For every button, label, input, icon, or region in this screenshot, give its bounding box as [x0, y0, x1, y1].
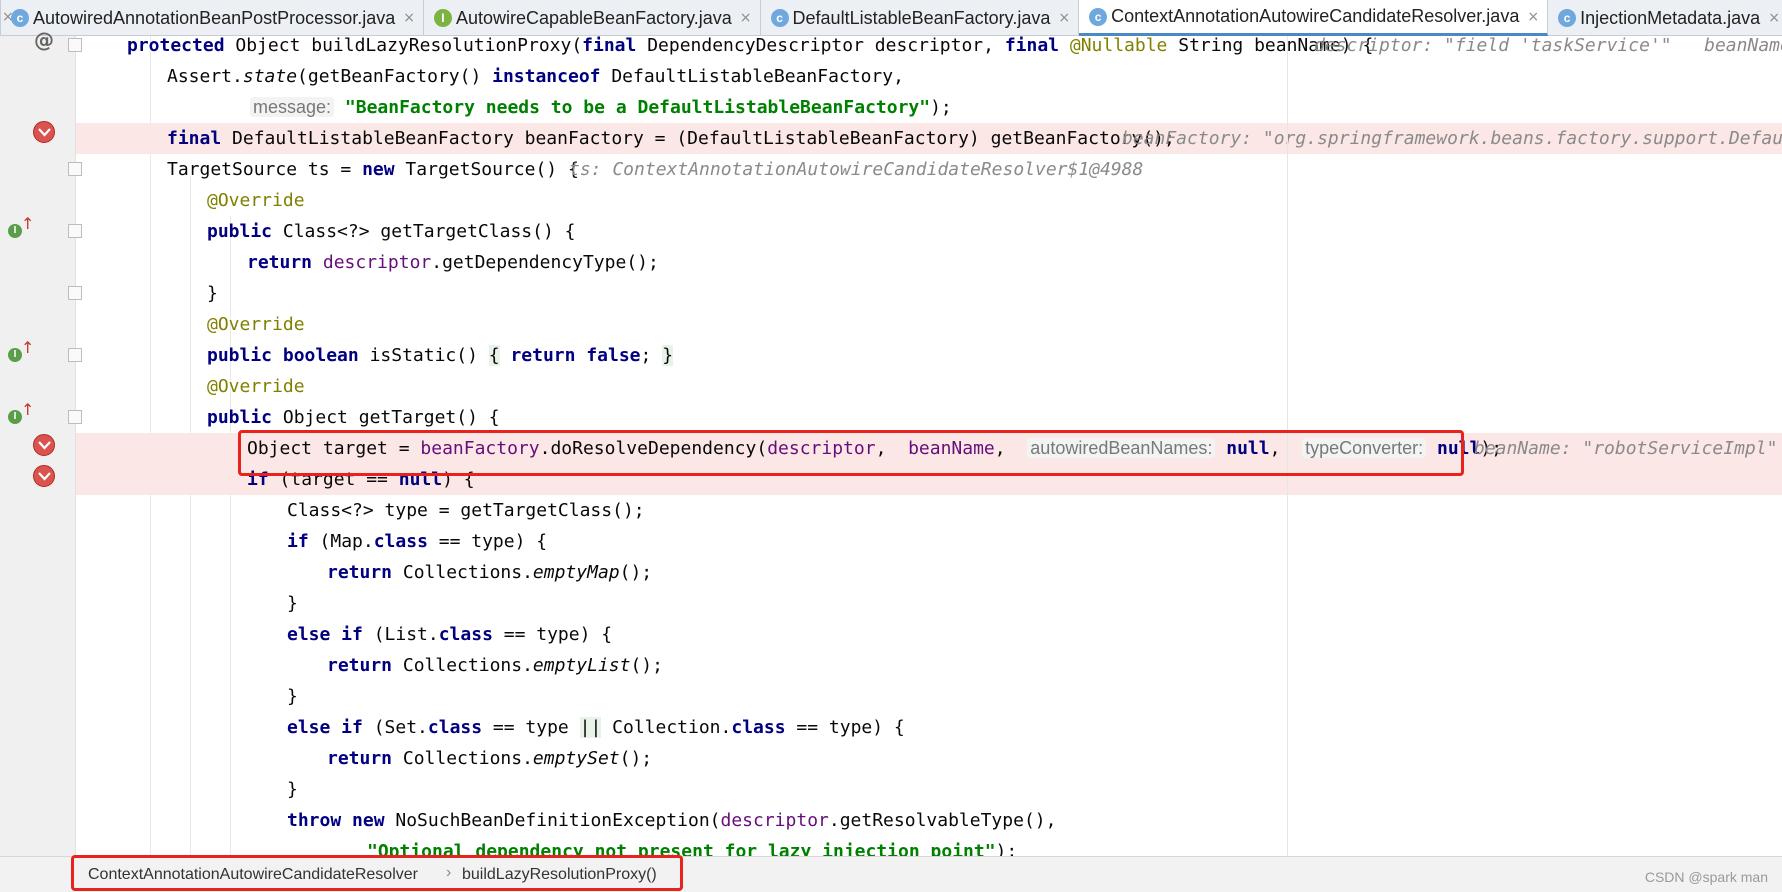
highlight-box — [71, 855, 683, 891]
tab-context-annotation-resolver[interactable]: c ContextAnnotationAutowireCandidateReso… — [1079, 0, 1549, 36]
java-class-icon: c — [11, 9, 29, 27]
tab-label: AutowireCapableBeanFactory.java — [455, 7, 732, 28]
code-line[interactable]: public boolean isStatic() { return false… — [76, 340, 1782, 371]
code-line[interactable]: } — [76, 588, 1782, 619]
tab-autowire-capable-bean-factory[interactable]: I AutowireCapableBeanFactory.java × — [424, 0, 761, 36]
code-line[interactable]: "Optional dependency not present for laz… — [76, 836, 1782, 856]
code-line[interactable]: public Class<?> getTargetClass() { — [76, 216, 1782, 247]
arrow-up-icon: ↑ — [21, 338, 35, 357]
tab-label: DefaultListableBeanFactory.java — [792, 7, 1051, 28]
debug-inline-value: ts: ContextAnnotationAutowireCandidateRe… — [569, 159, 1144, 180]
debug-inline-value: beanFactory: "org.springframework.beans.… — [1122, 128, 1782, 149]
code-line[interactable]: @Override — [76, 309, 1782, 340]
tab-label: ContextAnnotationAutowireCandidateResolv… — [1111, 6, 1520, 26]
close-icon[interactable]: × — [740, 10, 752, 26]
tab-label: InjectionMetadata.java — [1580, 7, 1761, 28]
java-class-icon: c — [1558, 9, 1577, 27]
implements-method-icon[interactable]: I — [8, 410, 22, 424]
tab-overflow-stub[interactable]: × — [0, 0, 14, 36]
arrow-up-icon: ↑ — [21, 400, 35, 419]
code-line[interactable]: return Collections.emptyList(); — [76, 650, 1782, 681]
breakpoint-icon[interactable] — [33, 465, 55, 487]
java-class-icon: c — [1089, 7, 1108, 26]
tab-label: AutowiredAnnotationBeanPostProcessor.jav… — [33, 7, 396, 28]
code-line[interactable]: public Object getTarget() { — [76, 402, 1782, 433]
highlight-box — [238, 430, 1464, 476]
parameter-hint: message: — [250, 97, 335, 117]
close-icon[interactable]: × — [1527, 9, 1539, 25]
tab-injection-metadata[interactable]: c InjectionMetadata.java × — [1548, 0, 1782, 36]
code-line-breakpoint[interactable]: final DefaultListableBeanFactory beanFac… — [76, 123, 1782, 154]
debug-inline-value: descriptor: "field 'taskService'" beanNa… — [1314, 36, 1782, 56]
code-line[interactable]: Assert.state(getBeanFactory() instanceof… — [76, 61, 1782, 92]
code-line[interactable]: if (Map.class == type) { — [76, 526, 1782, 557]
watermark: CSDN @spark man — [1644, 869, 1768, 885]
override-at-icon[interactable]: @ — [34, 28, 54, 52]
fold-marker-icon[interactable] — [68, 224, 82, 238]
code-line[interactable]: return Collections.emptySet(); — [76, 743, 1782, 774]
code-line[interactable]: message: "BeanFactory needs to be a Defa… — [76, 92, 1782, 123]
editor-tab-bar: × c AutowiredAnnotationBeanPostProcessor… — [0, 0, 1782, 36]
code-line[interactable]: throw new NoSuchBeanDefinitionException(… — [76, 805, 1782, 836]
fold-marker-icon[interactable] — [68, 348, 82, 362]
fold-marker-icon[interactable] — [68, 286, 82, 300]
close-icon[interactable]: × — [1768, 10, 1780, 26]
implements-method-icon[interactable]: I — [8, 348, 22, 362]
code-line[interactable]: return Collections.emptyMap(); — [76, 557, 1782, 588]
editor-gutter[interactable]: @ I ↑ I ↑ I ↑ — [0, 28, 76, 856]
java-class-icon: c — [770, 9, 789, 27]
code-line[interactable]: } — [76, 681, 1782, 712]
fold-marker-icon[interactable] — [68, 410, 82, 424]
code-line[interactable]: return descriptor.getDependencyType(); — [76, 247, 1782, 278]
code-line[interactable]: } — [76, 774, 1782, 805]
code-line[interactable]: @Override — [76, 371, 1782, 402]
breakpoint-icon[interactable] — [33, 434, 55, 456]
implements-method-icon[interactable]: I — [8, 224, 22, 238]
fold-marker-icon[interactable] — [68, 162, 82, 176]
code-line[interactable]: protected Object buildLazyResolutionProx… — [76, 36, 1782, 61]
arrow-up-icon: ↑ — [21, 214, 35, 233]
code-line[interactable]: else if (List.class == type) { — [76, 619, 1782, 650]
code-line[interactable]: else if (Set.class == type || Collection… — [76, 712, 1782, 743]
java-interface-icon: I — [433, 9, 452, 27]
tab-default-listable-bean-factory[interactable]: c DefaultListableBeanFactory.java × — [761, 0, 1080, 36]
close-icon[interactable]: × — [1058, 10, 1070, 26]
breakpoint-icon[interactable] — [33, 121, 55, 143]
close-icon[interactable]: × — [403, 10, 415, 26]
code-line[interactable]: } — [76, 278, 1782, 309]
code-line[interactable]: TargetSource ts = new TargetSource() { t… — [76, 154, 1782, 185]
code-line[interactable]: Class<?> type = getTargetClass(); — [76, 495, 1782, 526]
fold-marker-icon[interactable] — [68, 38, 82, 52]
code-line[interactable]: @Override — [76, 185, 1782, 216]
debug-inline-value: beanName: "robotServiceImpl" — [1474, 438, 1778, 459]
tab-autowired-annotation-bpp[interactable]: c AutowiredAnnotationBeanPostProcessor.j… — [1, 0, 424, 36]
